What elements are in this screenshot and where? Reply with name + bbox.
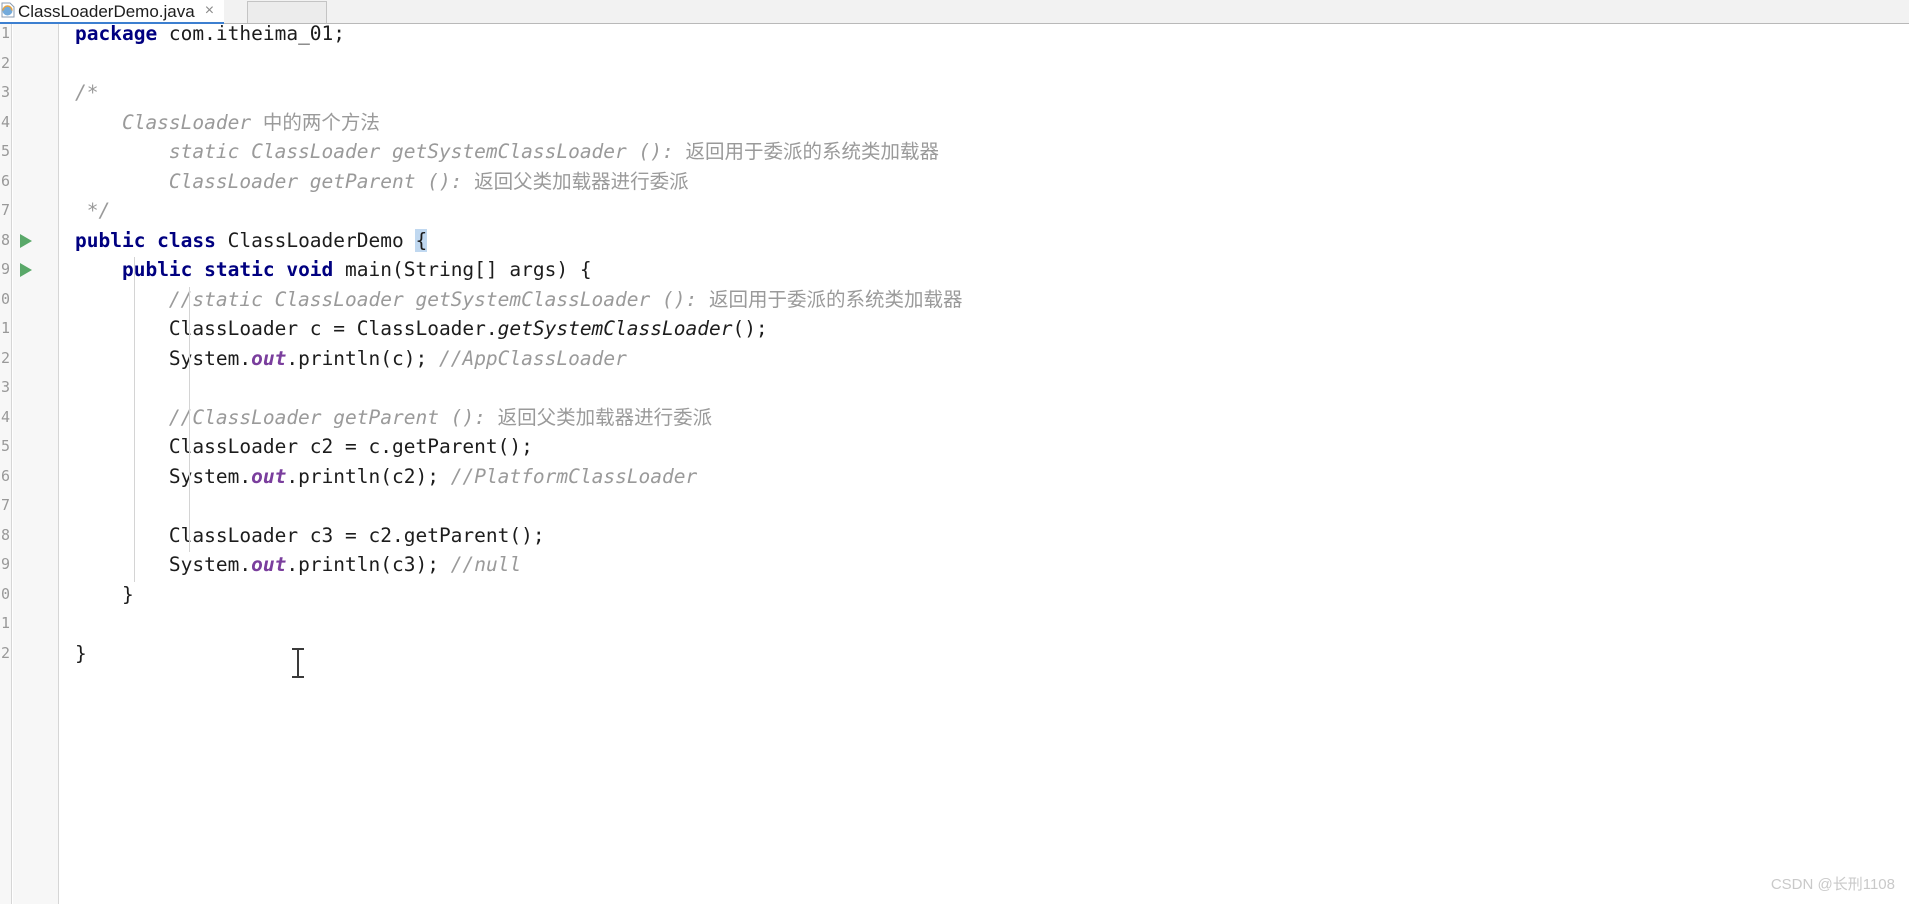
code-line[interactable] <box>59 49 75 79</box>
code-token: ClassLoader c3 = c2.getParent(); <box>75 523 545 547</box>
code-token: System. <box>75 346 252 370</box>
code-token: //static ClassLoader getSystemClassLoade… <box>75 287 709 311</box>
line-number: 15 <box>0 437 10 455</box>
code-token: ClassLoaderDemo <box>215 228 416 252</box>
code-token: //PlatformClassLoader <box>450 464 698 488</box>
text-cursor-icon <box>292 648 304 678</box>
code-text-area[interactable]: package com.itheima_01; /* ClassLoader 中的… <box>59 22 1909 904</box>
line-number: 5 <box>0 142 10 160</box>
code-token: .println(c); <box>286 346 439 370</box>
watermark-label: CSDN @长刑1108 <box>1770 876 1895 893</box>
line-number: 12 <box>0 348 10 367</box>
line-number: 7 <box>0 201 10 219</box>
code-line[interactable]: public static void main(String[] args) { <box>59 255 592 285</box>
code-line[interactable]: static ClassLoader getSystemClassLoader … <box>59 137 939 167</box>
code-token: out <box>251 346 287 370</box>
line-number: 19 <box>0 555 10 573</box>
run-arrow-icon[interactable] <box>20 263 32 277</box>
code-token: 返回父类加载器进行委派 <box>474 169 689 193</box>
line-number: 4 <box>0 112 10 131</box>
line-number: 3 <box>0 83 10 101</box>
code-token: ClassLoader c2 = c.getParent(); <box>75 435 533 458</box>
line-number: 14 <box>0 407 10 426</box>
line-number: 6 <box>0 171 10 190</box>
java-file-icon <box>1 2 15 18</box>
code-token: com.itheima_01; <box>157 22 346 45</box>
code-token: .println(c2); <box>286 464 451 488</box>
code-token: 返回用于委派的系统类加载器 <box>685 140 939 163</box>
editor-tab-label: ClassLoaderDemo.java <box>18 1 195 21</box>
code-token: ClassLoader <box>75 110 263 134</box>
code-line[interactable]: */ <box>59 196 111 226</box>
code-token: (); <box>732 317 768 340</box>
code-token: out <box>251 553 287 576</box>
code-line[interactable]: ClassLoader c = ClassLoader.getSystemCla… <box>59 314 768 344</box>
line-number: 8 <box>0 230 10 249</box>
code-token: static ClassLoader getSystemClassLoader … <box>75 140 686 163</box>
code-line[interactable]: public class ClassLoaderDemo { <box>59 226 428 256</box>
code-token: //ClassLoader getParent (): <box>75 405 498 429</box>
code-token: 中的两个方法 <box>262 110 380 134</box>
code-token: 返回父类加载器进行委派 <box>497 405 713 429</box>
code-token: //AppClassLoader <box>438 346 627 370</box>
code-token: System. <box>75 464 252 488</box>
line-number-gutter: 12345678910111213141516171819202122 <box>0 24 12 904</box>
code-line[interactable]: /* <box>59 78 98 108</box>
code-line[interactable]: //static ClassLoader getSystemClassLoade… <box>59 285 963 315</box>
code-token: package <box>75 22 158 45</box>
code-line[interactable]: ClassLoader getParent (): 返回父类加载器进行委派 <box>59 167 689 197</box>
run-arrow-icon[interactable] <box>20 233 32 248</box>
code-editor[interactable]: 12345678910111213141516171819202122 pack… <box>0 22 1909 904</box>
line-number: 2 <box>0 53 10 72</box>
code-line[interactable] <box>59 609 75 639</box>
code-line[interactable]: package com.itheima_01; <box>59 19 345 49</box>
code-line[interactable]: System.out.println(c2); //PlatformClassL… <box>59 462 697 492</box>
line-number: 21 <box>0 614 10 632</box>
code-line[interactable]: } <box>59 580 134 610</box>
code-token: { <box>415 228 428 252</box>
code-line[interactable]: //ClassLoader getParent (): 返回父类加载器进行委派 <box>59 403 712 433</box>
code-token: ClassLoader getParent (): <box>75 169 475 193</box>
code-token: } <box>75 582 134 606</box>
code-line[interactable]: ClassLoader c3 = c2.getParent(); <box>59 521 545 551</box>
ide-editor-window: ClassLoaderDemo.java × 12345678910111213… <box>0 0 1909 904</box>
code-token: public static void <box>121 258 334 281</box>
line-number: 11 <box>0 319 10 337</box>
line-number: 22 <box>0 643 10 662</box>
code-token: out <box>251 464 287 488</box>
code-token: /* <box>75 81 99 104</box>
code-token: 返回用于委派的系统类加载器 <box>708 287 963 311</box>
line-number: 17 <box>0 496 10 514</box>
code-line[interactable] <box>59 373 75 403</box>
line-number: 9 <box>0 260 10 278</box>
indent-guide <box>189 286 190 552</box>
code-token: */ <box>75 199 111 222</box>
code-token: } <box>75 641 87 665</box>
line-number: 1 <box>0 24 10 42</box>
code-line[interactable]: System.out.println(c3); //null <box>59 550 521 580</box>
code-token: public class <box>75 228 216 252</box>
line-number: 13 <box>0 378 10 396</box>
code-token: System. <box>75 553 252 576</box>
code-line[interactable]: ClassLoader c2 = c.getParent(); <box>59 432 533 462</box>
code-line[interactable]: System.out.println(c); //AppClassLoader <box>59 344 627 374</box>
close-icon[interactable]: × <box>205 3 214 19</box>
code-token: .println(c3); <box>286 553 451 576</box>
code-token: getSystemClassLoader <box>497 317 733 340</box>
line-number: 18 <box>0 525 10 544</box>
code-line[interactable]: } <box>59 639 87 669</box>
indent-guide <box>134 257 135 582</box>
line-number: 20 <box>0 584 10 603</box>
code-line[interactable]: ClassLoader 中的两个方法 <box>59 108 380 138</box>
code-line[interactable] <box>59 491 75 521</box>
icon-gutter[interactable] <box>13 24 71 904</box>
code-token: main(String[] args) { <box>333 258 592 281</box>
code-token: ClassLoader c = ClassLoader. <box>75 317 498 340</box>
line-number: 16 <box>0 466 10 485</box>
code-token: //null <box>450 553 522 576</box>
line-number: 10 <box>0 289 10 308</box>
